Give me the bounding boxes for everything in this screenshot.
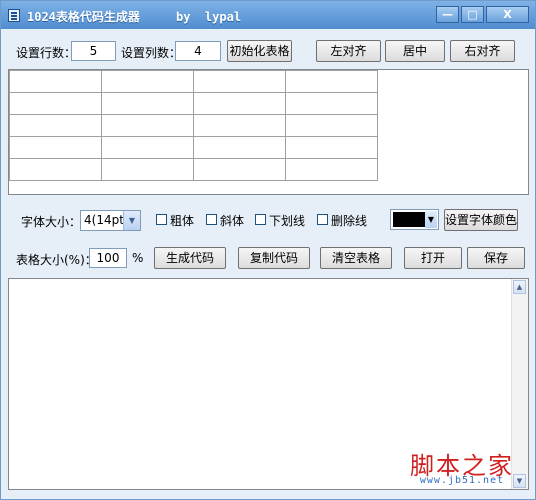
table-cell[interactable] <box>9 92 102 115</box>
init-table-button[interactable]: 初始化表格 <box>227 40 292 62</box>
table-cell[interactable] <box>285 92 378 115</box>
underline-label: 下划线 <box>269 214 306 228</box>
table-row <box>9 92 378 115</box>
clear-table-button[interactable]: 清空表格 <box>320 247 392 269</box>
table-cell[interactable] <box>9 158 102 181</box>
scroll-up-icon[interactable]: ▲ <box>513 280 526 294</box>
save-button[interactable]: 保存 <box>467 247 525 269</box>
generate-code-button[interactable]: 生成代码 <box>154 247 226 269</box>
table-cell[interactable] <box>193 92 286 115</box>
italic-label: 斜体 <box>220 214 245 228</box>
italic-checkbox[interactable] <box>206 214 217 225</box>
align-right-button[interactable]: 右对齐 <box>450 40 515 62</box>
table-size-label: 表格大小(%)： <box>16 253 97 267</box>
font-size-label: 字体大小： <box>21 215 82 229</box>
watermark-url: www.jb51.net <box>419 475 505 486</box>
table-cell[interactable] <box>193 158 286 181</box>
table-size-input[interactable]: 100 <box>89 248 127 268</box>
table-cell[interactable] <box>285 70 378 93</box>
chevron-down-icon[interactable]: ▼ <box>425 211 437 228</box>
table-cell[interactable] <box>101 136 194 159</box>
table-cell[interactable] <box>9 114 102 137</box>
copy-code-button[interactable]: 复制代码 <box>238 247 310 269</box>
table-cell[interactable] <box>193 136 286 159</box>
maximize-button[interactable]: □ <box>461 6 484 23</box>
table-cell[interactable] <box>285 114 378 137</box>
underline-checkbox[interactable] <box>255 214 266 225</box>
font-size-select[interactable]: 4(14pt) ▼ <box>80 210 141 231</box>
table-cell[interactable] <box>9 136 102 159</box>
window-title: 1024表格代码生成器 by lypal <box>27 8 241 25</box>
percent-unit: % <box>132 251 144 265</box>
window-controls: — □ X <box>436 6 529 23</box>
table-row <box>9 114 378 137</box>
strikethrough-checkbox[interactable] <box>317 214 328 225</box>
font-color-picker[interactable]: ▼ <box>390 209 439 230</box>
set-font-color-button[interactable]: 设置字体颜色 <box>444 209 518 231</box>
table-cell[interactable] <box>193 70 286 93</box>
app-icon <box>8 9 20 22</box>
table-row <box>9 158 378 181</box>
table-preview[interactable] <box>8 69 529 195</box>
align-center-button[interactable]: 居中 <box>385 40 445 62</box>
close-button[interactable]: X <box>486 6 529 23</box>
rows-input[interactable]: 5 <box>71 41 116 61</box>
table-cell[interactable] <box>101 114 194 137</box>
author-label: by lypal <box>176 10 242 24</box>
rows-label: 设置行数： <box>16 46 77 60</box>
strikethrough-label: 删除线 <box>331 214 368 228</box>
bold-label: 粗体 <box>170 214 195 228</box>
bold-checkbox[interactable] <box>156 214 167 225</box>
table-cell[interactable] <box>285 136 378 159</box>
open-button[interactable]: 打开 <box>404 247 462 269</box>
table-cell[interactable] <box>9 70 102 93</box>
minimize-button[interactable]: — <box>436 6 459 23</box>
table-row <box>9 70 378 93</box>
font-size-value: 4(14pt) <box>84 213 129 227</box>
preview-table[interactable] <box>9 70 378 181</box>
table-cell[interactable] <box>101 158 194 181</box>
table-cell[interactable] <box>285 158 378 181</box>
cols-input[interactable]: 4 <box>175 41 221 61</box>
color-swatch <box>393 212 425 227</box>
table-row <box>9 136 378 159</box>
table-cell[interactable] <box>193 114 286 137</box>
table-cell[interactable] <box>101 92 194 115</box>
cols-label: 设置列数： <box>121 46 182 60</box>
app-window: 1024表格代码生成器 by lypal — □ X 设置行数： 5 设置列数：… <box>0 0 536 500</box>
app-name: 1024表格代码生成器 <box>27 10 140 24</box>
chevron-down-icon[interactable]: ▼ <box>123 211 140 230</box>
table-cell[interactable] <box>101 70 194 93</box>
title-bar[interactable]: 1024表格代码生成器 by lypal — □ X <box>1 1 535 29</box>
align-left-button[interactable]: 左对齐 <box>316 40 381 62</box>
